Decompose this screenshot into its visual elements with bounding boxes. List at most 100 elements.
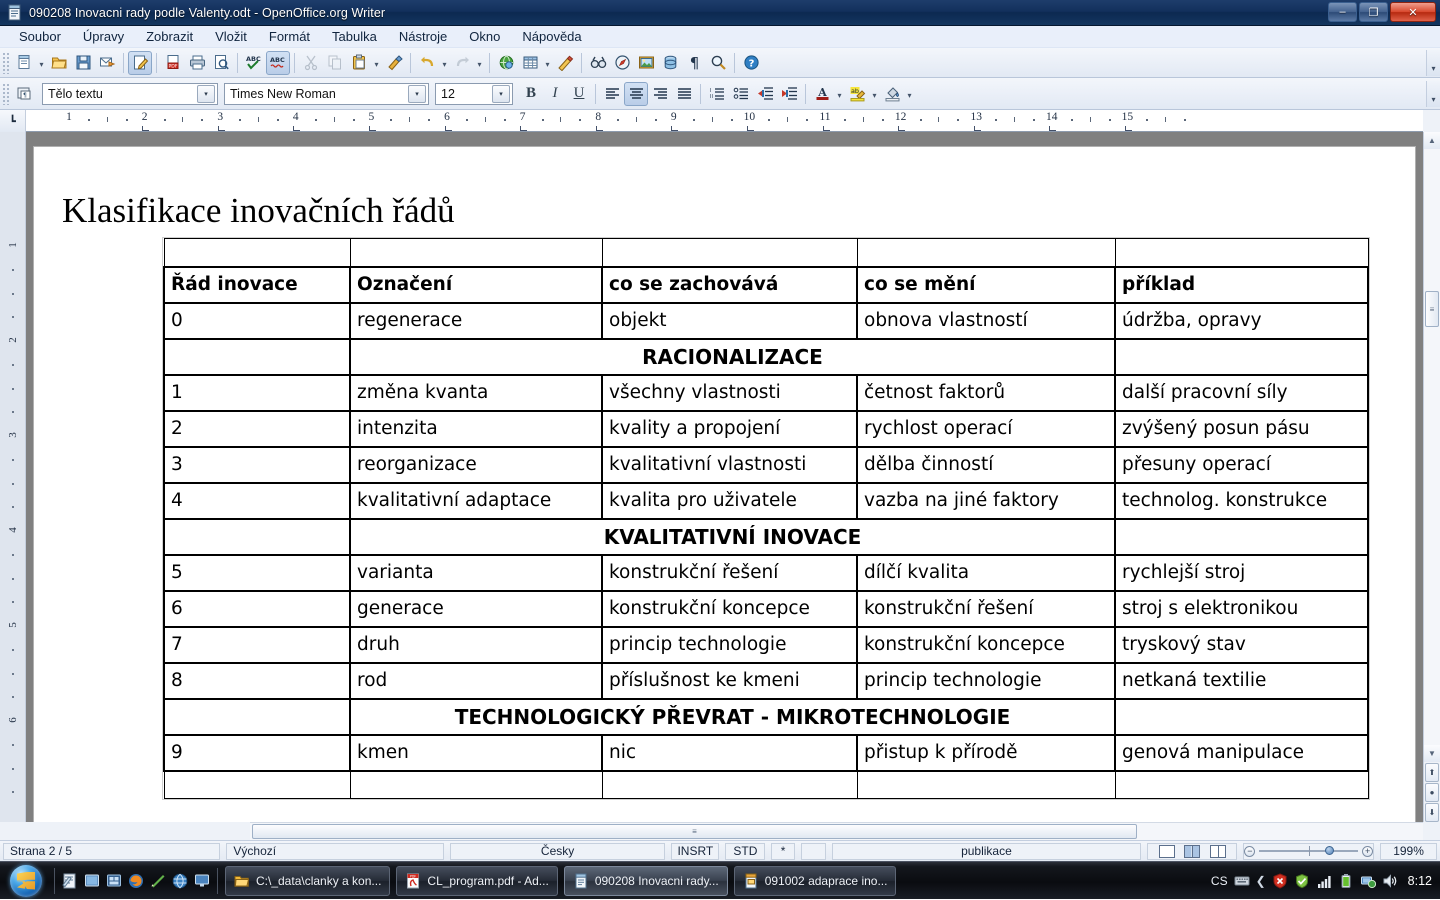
table-cell[interactable] (163, 517, 351, 556)
table-cell[interactable]: přesuny operací (1114, 445, 1369, 484)
status-page-number[interactable]: Strana 2 / 5 (3, 842, 221, 860)
spelling-check-icon[interactable]: ABC (242, 51, 266, 75)
table-row[interactable]: 7 druh princip technologie konstrukční konc… (163, 625, 1369, 664)
network-icon[interactable] (1360, 873, 1376, 889)
tab-stop-marker[interactable] (973, 126, 981, 131)
standard-toolbar-overflow[interactable]: ▾ (1426, 49, 1440, 76)
apply-style-icon[interactable]: ¶ (12, 82, 36, 106)
tab-stop-marker[interactable] (1049, 126, 1057, 131)
single-page-view-icon[interactable] (1158, 844, 1175, 858)
table-cell[interactable]: regenerace (349, 301, 603, 340)
edit-file-icon[interactable] (128, 50, 152, 75)
table-cell[interactable]: dělba činností (856, 445, 1116, 484)
navigator-icon[interactable] (610, 51, 634, 75)
tab-stop-marker[interactable] (444, 126, 452, 131)
open-document-icon[interactable] (47, 51, 71, 75)
find-and-replace-icon[interactable] (586, 51, 610, 75)
toolbar-grip[interactable] (2, 51, 10, 74)
scroll-down-icon[interactable]: ▼ (1424, 745, 1440, 762)
align-left-icon[interactable] (600, 82, 624, 106)
zoom-in-icon[interactable]: + (1362, 845, 1374, 857)
table-cell[interactable]: princip technologie (856, 661, 1116, 700)
table-cell[interactable]: intenzita (349, 409, 603, 448)
table-row[interactable]: 2 intenzita kvality a propojení rychlost op… (163, 409, 1369, 448)
menu-format[interactable]: Formát (258, 27, 321, 46)
background-color-dropdown-icon[interactable]: ▾ (904, 82, 915, 106)
security-alert-icon[interactable] (1272, 872, 1288, 889)
table-cell[interactable] (601, 238, 858, 267)
quicklaunch-media-icon[interactable] (103, 868, 125, 894)
status-digital-signature[interactable] (800, 842, 826, 860)
menu-zobrazit[interactable]: Zobrazit (135, 27, 204, 46)
status-language[interactable]: Česky (449, 842, 666, 860)
table-cell[interactable]: obnova vlastností (856, 301, 1116, 340)
send-email-icon[interactable] (95, 51, 119, 75)
tab-stop-marker[interactable] (898, 126, 906, 131)
table-cell[interactable]: 8 (163, 661, 351, 700)
tray-language-indicator[interactable]: CS (1211, 874, 1228, 888)
table-cell[interactable] (1114, 238, 1369, 267)
table-row[interactable]: 1 změna kvanta všechny vlastnosti četnost f… (163, 373, 1369, 412)
table-cell[interactable]: stroj s elektronikou (1114, 589, 1369, 628)
redo-dropdown-icon[interactable]: ▾ (474, 51, 485, 75)
start-button[interactable] (2, 864, 50, 898)
table-cell[interactable]: kvalitativní adaptace (349, 481, 603, 520)
table-row[interactable]: 3 reorganizace kvalitativní vlastnosti dělb… (163, 445, 1369, 484)
tab-stop-marker[interactable] (1124, 126, 1132, 131)
export-pdf-icon[interactable]: PDF (161, 51, 185, 75)
bullet-list-icon[interactable] (729, 82, 753, 106)
status-section[interactable]: publikace (832, 842, 1141, 860)
table-cell[interactable]: údržba, opravy (1114, 301, 1369, 340)
table-cell[interactable] (1114, 337, 1369, 376)
table-cell[interactable]: 4 (163, 481, 351, 520)
tab-stop-marker[interactable] (822, 126, 830, 131)
italic-button[interactable]: I (543, 82, 567, 106)
table-cell[interactable]: konstrukční koncepce (856, 625, 1116, 664)
quicklaunch-openoffice-icon[interactable] (59, 868, 81, 894)
table-cell[interactable] (601, 770, 858, 799)
table-cell[interactable] (349, 238, 603, 267)
status-page-style[interactable]: Výchozí (226, 842, 444, 860)
save-document-icon[interactable] (71, 51, 95, 75)
table-row[interactable]: 6 generace konstrukční koncepce konstrukční… (163, 589, 1369, 628)
vertical-ruler[interactable]: 1 2 3 4 5 6 (0, 132, 26, 822)
volume-icon[interactable] (1382, 873, 1398, 889)
table-cell[interactable]: další pracovní síly (1114, 373, 1369, 412)
table-cell[interactable]: rychlejší stroj (1114, 553, 1369, 592)
quicklaunch-monitor-icon[interactable] (191, 868, 213, 894)
show-draw-functions-icon[interactable] (553, 51, 577, 75)
new-document-icon[interactable] (12, 51, 36, 75)
table-cell[interactable]: 6 (163, 589, 351, 628)
keyboard-icon[interactable] (1234, 873, 1250, 889)
toolbar-grip[interactable] (2, 82, 10, 105)
table-cell[interactable] (163, 770, 351, 799)
vertical-scrollbar[interactable]: ▲ ≡ ▼ ⬆ ● ⬇ (1423, 132, 1440, 822)
tab-stop-marker[interactable] (520, 126, 528, 131)
taskbar-writer[interactable]: 090208 Inovacni rady... (563, 865, 728, 896)
table-cell[interactable]: příslušnost ke kmeni (601, 661, 858, 700)
table-cell[interactable]: konstrukční řešení (601, 553, 858, 592)
table-cell[interactable]: 0 (163, 301, 351, 340)
table-cell[interactable]: četnost faktorů (856, 373, 1116, 412)
table-band-row[interactable]: TECHNOLOGICKÝ PŘEVRAT - MIKROTECHNOLOGIE (163, 697, 1369, 736)
table-cell[interactable] (856, 770, 1116, 799)
table-cell[interactable] (1114, 770, 1369, 799)
status-view-layouts[interactable] (1146, 842, 1238, 860)
menu-soubor[interactable]: Soubor (8, 27, 72, 46)
formatting-toolbar-overflow[interactable]: ▾ (1426, 80, 1440, 107)
underline-button[interactable]: U (567, 82, 591, 106)
menu-okno[interactable]: Okno (458, 27, 511, 46)
zoom-icon[interactable] (706, 51, 730, 75)
table-cell[interactable]: vazba na jiné faktory (856, 481, 1116, 520)
table-cell[interactable]: objekt (601, 301, 858, 340)
antivirus-icon[interactable] (1294, 873, 1310, 889)
table-cell[interactable] (163, 697, 351, 736)
font-color-icon[interactable]: A (810, 82, 834, 106)
quicklaunch-firefox-icon[interactable] (125, 868, 147, 894)
menu-tabulka[interactable]: Tabulka (321, 27, 388, 46)
background-color-icon[interactable] (880, 82, 904, 106)
align-center-icon[interactable] (624, 81, 648, 106)
table-cell[interactable]: generace (349, 589, 603, 628)
bold-button[interactable]: B (519, 82, 543, 106)
align-justify-icon[interactable] (672, 82, 696, 106)
